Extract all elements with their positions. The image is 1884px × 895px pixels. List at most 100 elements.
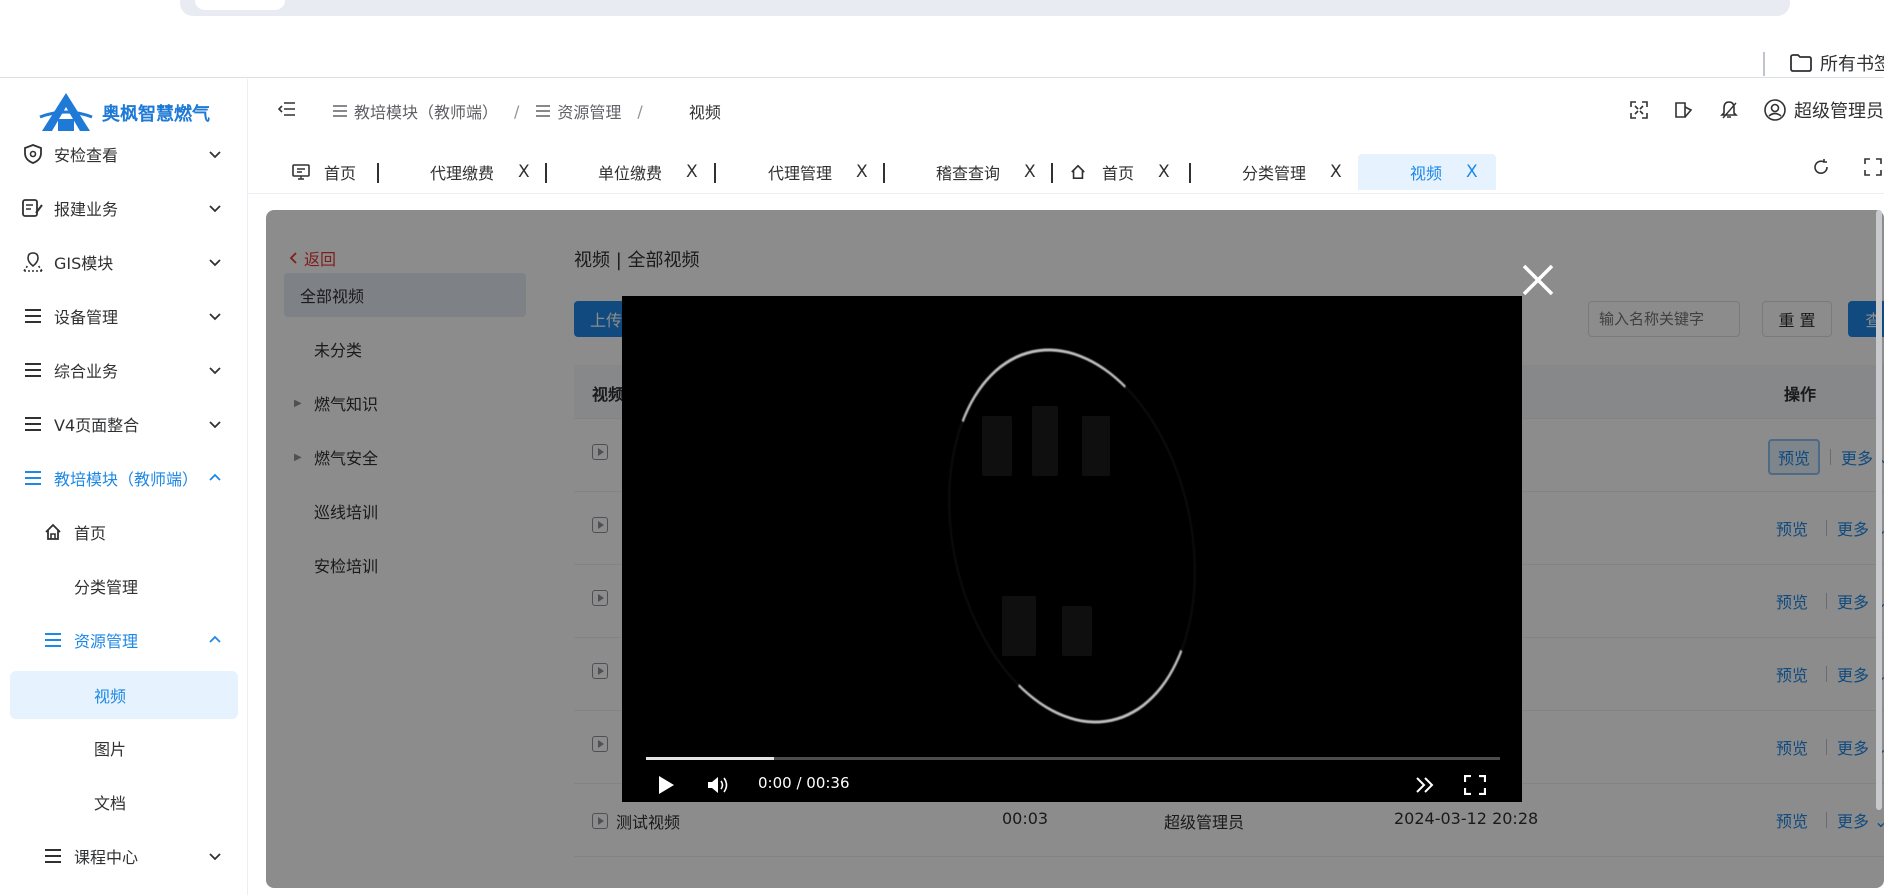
sidebar-item-training-teacher[interactable]: 教培模块（教师端） bbox=[0, 451, 247, 505]
sidebar-item-label: GIS模块 bbox=[54, 254, 114, 273]
close-video-icon[interactable] bbox=[1520, 262, 1556, 298]
sidebar-item-label: 图片 bbox=[94, 740, 127, 759]
tab-home-2[interactable]: 首页 X bbox=[1070, 154, 1170, 190]
sidebar-item-label: 综合业务 bbox=[54, 362, 119, 381]
home-icon bbox=[1071, 164, 1085, 180]
sidebar-item-label: 课程中心 bbox=[74, 848, 139, 867]
close-icon[interactable]: X bbox=[1024, 162, 1036, 182]
video-time: 0:00 / 00:36 bbox=[758, 774, 850, 792]
refresh-icon[interactable] bbox=[1812, 158, 1830, 176]
tab-category-management[interactable]: 分类管理 X bbox=[1242, 154, 1342, 190]
sidebar-item-label: 资源管理 bbox=[74, 632, 139, 651]
sidebar-item-course-center[interactable]: 课程中心 bbox=[0, 829, 247, 883]
sidebar: 奥枫智慧燃气 安检查看 报建业务 GIS模块 设备管理 综合业务 V4页面整合 … bbox=[0, 79, 248, 895]
header-actions: 超级管理员 bbox=[1630, 97, 1884, 123]
sidebar-item-label: 安检查看 bbox=[54, 146, 119, 165]
breadcrumb-item-resources[interactable]: 资源管理 bbox=[535, 99, 621, 123]
menu-icon bbox=[22, 413, 44, 435]
sidebar-item-resource-management[interactable]: 资源管理 bbox=[0, 613, 247, 667]
folder-label: 所有书签 bbox=[1820, 54, 1884, 75]
playback-speed-icon[interactable] bbox=[1414, 776, 1436, 794]
chevron-down-icon bbox=[209, 205, 221, 213]
tab-home-1[interactable]: 首页 bbox=[292, 154, 356, 190]
logo-text: 奥枫智慧燃气 bbox=[102, 104, 210, 125]
sidebar-item-documents[interactable]: 文档 bbox=[0, 775, 247, 829]
chevron-down-icon bbox=[209, 259, 221, 267]
all-bookmarks-folder[interactable]: 所有书签 bbox=[1790, 50, 1884, 76]
chevron-down-icon bbox=[209, 151, 221, 159]
play-icon[interactable] bbox=[656, 774, 676, 796]
sidebar-item-video[interactable]: 视频 bbox=[10, 671, 238, 719]
breadcrumb-item-training[interactable]: 教培模块（教师端） bbox=[332, 99, 498, 123]
user-name: 超级管理员 bbox=[1794, 101, 1884, 122]
map-icon bbox=[22, 251, 44, 273]
form-edit-icon bbox=[22, 197, 44, 219]
chevron-up-icon bbox=[209, 473, 221, 481]
close-icon[interactable]: X bbox=[856, 162, 868, 182]
folder-icon bbox=[1790, 54, 1812, 72]
home-icon bbox=[42, 521, 64, 543]
chevron-down-icon bbox=[209, 853, 221, 861]
chevron-down-icon bbox=[209, 313, 221, 321]
sidebar-item-label: 视频 bbox=[94, 687, 127, 706]
menu-icon bbox=[22, 359, 44, 381]
sidebar-item-construction[interactable]: 报建业务 bbox=[0, 181, 247, 235]
breadcrumb: 教培模块（教师端） / 资源管理 / 视频 bbox=[332, 99, 721, 123]
sidebar-item-integrated-business[interactable]: 综合业务 bbox=[0, 343, 247, 397]
sidebar-item-label: 教培模块（教师端） bbox=[54, 470, 199, 489]
sidebar-item-label: 设备管理 bbox=[54, 308, 119, 327]
fullscreen-icon[interactable] bbox=[1630, 101, 1648, 119]
chevron-up-icon bbox=[209, 635, 221, 643]
shield-icon bbox=[22, 143, 44, 165]
sidebar-item-label: V4页面整合 bbox=[54, 416, 140, 435]
video-controls: 0:00 / 00:36 bbox=[622, 766, 1522, 802]
sidebar-item-images[interactable]: 图片 bbox=[0, 721, 247, 775]
breadcrumb-item-current: 视频 bbox=[688, 103, 721, 122]
menu-icon bbox=[333, 105, 347, 117]
sidebar-item-label: 文档 bbox=[94, 794, 127, 813]
tab-agent-management[interactable]: 代理管理 X bbox=[768, 154, 868, 190]
tabs-bar: 首页 代理缴费 X 单位缴费 X 代理管理 X 稽查查询 X 首页 X 分类管理 X 视频 X bbox=[248, 142, 1884, 194]
chevron-down-icon bbox=[209, 421, 221, 429]
top-header: 教培模块（教师端） / 资源管理 / 视频 超级管理员 bbox=[248, 79, 1884, 141]
bookmarks-bar: 所有书签 bbox=[0, 16, 1884, 78]
video-progress-bar[interactable] bbox=[646, 757, 1500, 760]
sidebar-item-gis[interactable]: GIS模块 bbox=[0, 235, 247, 289]
browser-toolbar bbox=[0, 0, 1884, 16]
page-scrollbar[interactable] bbox=[1876, 210, 1882, 810]
monitor-icon bbox=[292, 164, 310, 180]
sidebar-item-label: 分类管理 bbox=[74, 578, 139, 597]
site-info-chip[interactable] bbox=[195, 0, 285, 10]
tab-agent-payment[interactable]: 代理缴费 X bbox=[430, 154, 530, 190]
address-bar[interactable] bbox=[180, 0, 1790, 16]
tab-audit-query[interactable]: 稽查查询 X bbox=[936, 154, 1036, 190]
menu-icon bbox=[42, 845, 64, 867]
sidebar-item-label: 首页 bbox=[74, 524, 107, 543]
close-icon[interactable]: X bbox=[1158, 162, 1170, 182]
sidebar-item-device-management[interactable]: 设备管理 bbox=[0, 289, 247, 343]
collapse-sidebar-icon[interactable] bbox=[278, 101, 296, 117]
fullscreen-icon[interactable] bbox=[1464, 775, 1486, 795]
theme-icon[interactable] bbox=[1674, 101, 1694, 119]
volume-icon[interactable] bbox=[706, 774, 730, 796]
menu-icon bbox=[22, 305, 44, 327]
sidebar-item-v4-pages[interactable]: V4页面整合 bbox=[0, 397, 247, 451]
tab-unit-payment[interactable]: 单位缴费 X bbox=[598, 154, 698, 190]
user-menu[interactable]: 超级管理员 bbox=[1764, 97, 1884, 123]
close-icon[interactable]: X bbox=[1466, 162, 1478, 182]
sidebar-item-home[interactable]: 首页 bbox=[0, 505, 247, 559]
menu-icon bbox=[22, 467, 44, 489]
bell-icon[interactable] bbox=[1720, 100, 1738, 120]
tab-video[interactable]: 视频 X bbox=[1358, 154, 1496, 190]
close-icon[interactable]: X bbox=[518, 162, 530, 182]
user-avatar-icon bbox=[1764, 99, 1786, 121]
sidebar-item-category-management[interactable]: 分类管理 bbox=[0, 559, 247, 613]
sidebar-item-inspection-view[interactable]: 安检查看 bbox=[0, 127, 247, 181]
menu-icon bbox=[42, 629, 64, 651]
video-player[interactable]: 0:00 / 00:36 bbox=[622, 296, 1522, 802]
expand-icon[interactable] bbox=[1864, 158, 1882, 176]
close-icon[interactable]: X bbox=[686, 162, 698, 182]
close-icon[interactable]: X bbox=[1330, 162, 1342, 182]
video-frame-graphic bbox=[915, 325, 1229, 747]
sidebar-item-label: 报建业务 bbox=[54, 200, 119, 219]
